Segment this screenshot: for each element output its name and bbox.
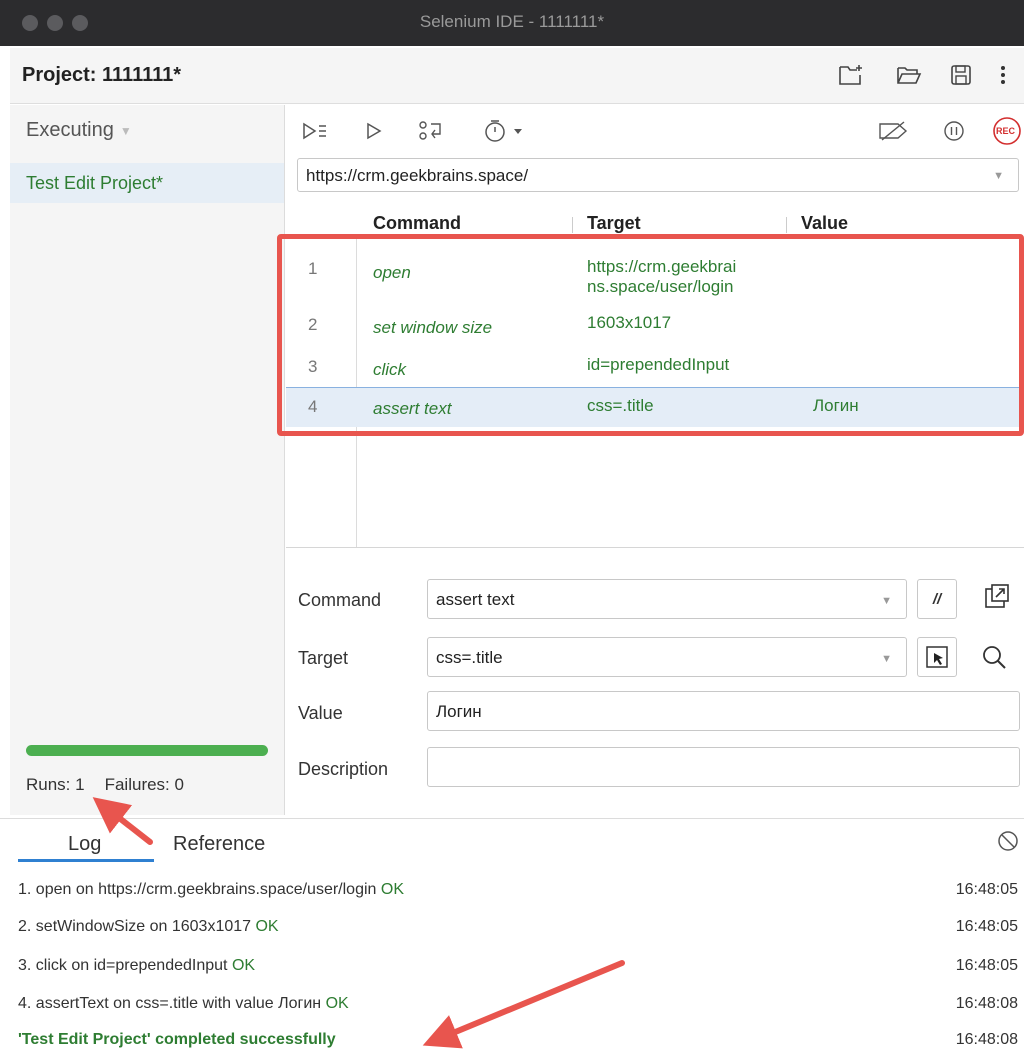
base-url-select[interactable]: https://crm.geekbrains.space/ ▼ — [297, 158, 1019, 192]
speed-timer-icon[interactable] — [484, 118, 528, 144]
disable-breakpoints-icon[interactable] — [878, 118, 910, 144]
status-ok: OK — [255, 918, 279, 935]
comment-toggle-button[interactable]: // — [917, 579, 957, 619]
log-panel-tabs: Log Reference — [0, 818, 1024, 862]
chevron-down-icon: ▼ — [881, 653, 892, 665]
log-entry: 2. setWindowSize on 1603x1017 OK 16:48:0… — [18, 918, 1018, 935]
chevron-down-icon: ▼ — [993, 170, 1004, 182]
step-over-icon[interactable] — [418, 118, 446, 144]
tab-reference[interactable]: Reference — [173, 833, 265, 856]
project-title: Project: 1111111* — [22, 64, 182, 86]
column-header-command: Command — [373, 213, 462, 233]
target-input[interactable]: css=.title ▼ — [427, 637, 907, 677]
table-header: Command Target Value — [286, 205, 1024, 235]
window-titlebar: Selenium IDE - 1111111* — [0, 0, 1024, 46]
run-progress-bar — [26, 745, 268, 756]
log-timestamp: 16:48:08 — [955, 1031, 1018, 1048]
log-entry: 1. open on https://crm.geekbrains.space/… — [18, 881, 1018, 898]
base-url-value: https://crm.geekbrains.space/ — [306, 166, 529, 185]
run-stats: Runs: 1 Failures: 0 — [26, 775, 184, 795]
log-entry: 3. click on id=prependedInput OK 16:48:0… — [18, 957, 1018, 974]
description-label: Description — [298, 759, 389, 779]
command-value: assert text — [436, 590, 515, 609]
open-project-icon[interactable] — [896, 62, 922, 88]
run-current-test-icon[interactable] — [364, 118, 384, 144]
tab-log[interactable]: Log — [68, 833, 101, 856]
clear-log-icon[interactable] — [996, 829, 1020, 853]
status-ok: OK — [380, 881, 404, 898]
description-input[interactable] — [427, 747, 1020, 787]
window-title: Selenium IDE - 1111111* — [419, 12, 605, 31]
find-target-icon[interactable] — [974, 637, 1014, 677]
save-project-icon[interactable] — [948, 62, 974, 88]
value-field-value: Логин — [436, 702, 482, 721]
new-project-icon[interactable] — [838, 62, 864, 88]
log-timestamp: 16:48:08 — [955, 995, 1018, 1012]
chevron-down-icon: ▼ — [881, 595, 892, 607]
record-button[interactable]: REC — [992, 117, 1022, 145]
test-item[interactable]: Test Edit Project* — [10, 163, 284, 203]
runs-count: Runs: 1 — [26, 775, 85, 794]
command-label: Command — [298, 590, 382, 610]
select-target-button[interactable] — [917, 637, 957, 677]
chevron-down-icon: ▼ — [119, 123, 132, 138]
left-panel: Executing ▼ Test Edit Project* Runs: 1 Fai… — [10, 105, 285, 815]
log-entry: 4. assertText on css=.title with value Л… — [18, 995, 1018, 1012]
run-all-tests-icon[interactable] — [302, 118, 328, 144]
mode-label: Executing — [26, 119, 114, 141]
column-header-value: Value — [801, 213, 849, 233]
failures-count: Failures: 0 — [104, 775, 184, 794]
pause-on-exception-icon[interactable] — [942, 118, 966, 144]
command-input[interactable]: assert text ▼ — [427, 579, 907, 619]
project-header: Project: 1111111* — [10, 48, 1024, 104]
value-input[interactable]: Логин — [427, 691, 1020, 731]
value-label: Value — [298, 703, 343, 723]
log-timestamp: 16:48:05 — [955, 957, 1018, 974]
test-item-label: Test Edit Project* — [26, 173, 164, 193]
status-ok: OK — [231, 957, 256, 974]
record-label: REC — [996, 126, 1016, 136]
open-reference-icon[interactable] — [977, 576, 1017, 616]
target-label: Target — [298, 648, 349, 668]
more-options-icon[interactable] — [990, 62, 1016, 88]
status-ok: OK — [325, 995, 349, 1012]
comment-toggle-label: // — [932, 590, 942, 608]
playback-toolbar: REC — [286, 105, 1024, 155]
column-header-target: Target — [587, 213, 641, 233]
log-summary: 'Test Edit Project' completed successful… — [18, 1027, 1022, 1055]
target-value: css=.title — [436, 648, 503, 667]
log-summary-text: 'Test Edit Project' completed successful… — [18, 1031, 336, 1048]
annotation-highlight-box — [277, 234, 1024, 436]
log-timestamp: 16:48:05 — [955, 881, 1018, 898]
mode-dropdown[interactable]: Executing ▼ — [26, 119, 132, 142]
log-timestamp: 16:48:05 — [955, 918, 1018, 935]
